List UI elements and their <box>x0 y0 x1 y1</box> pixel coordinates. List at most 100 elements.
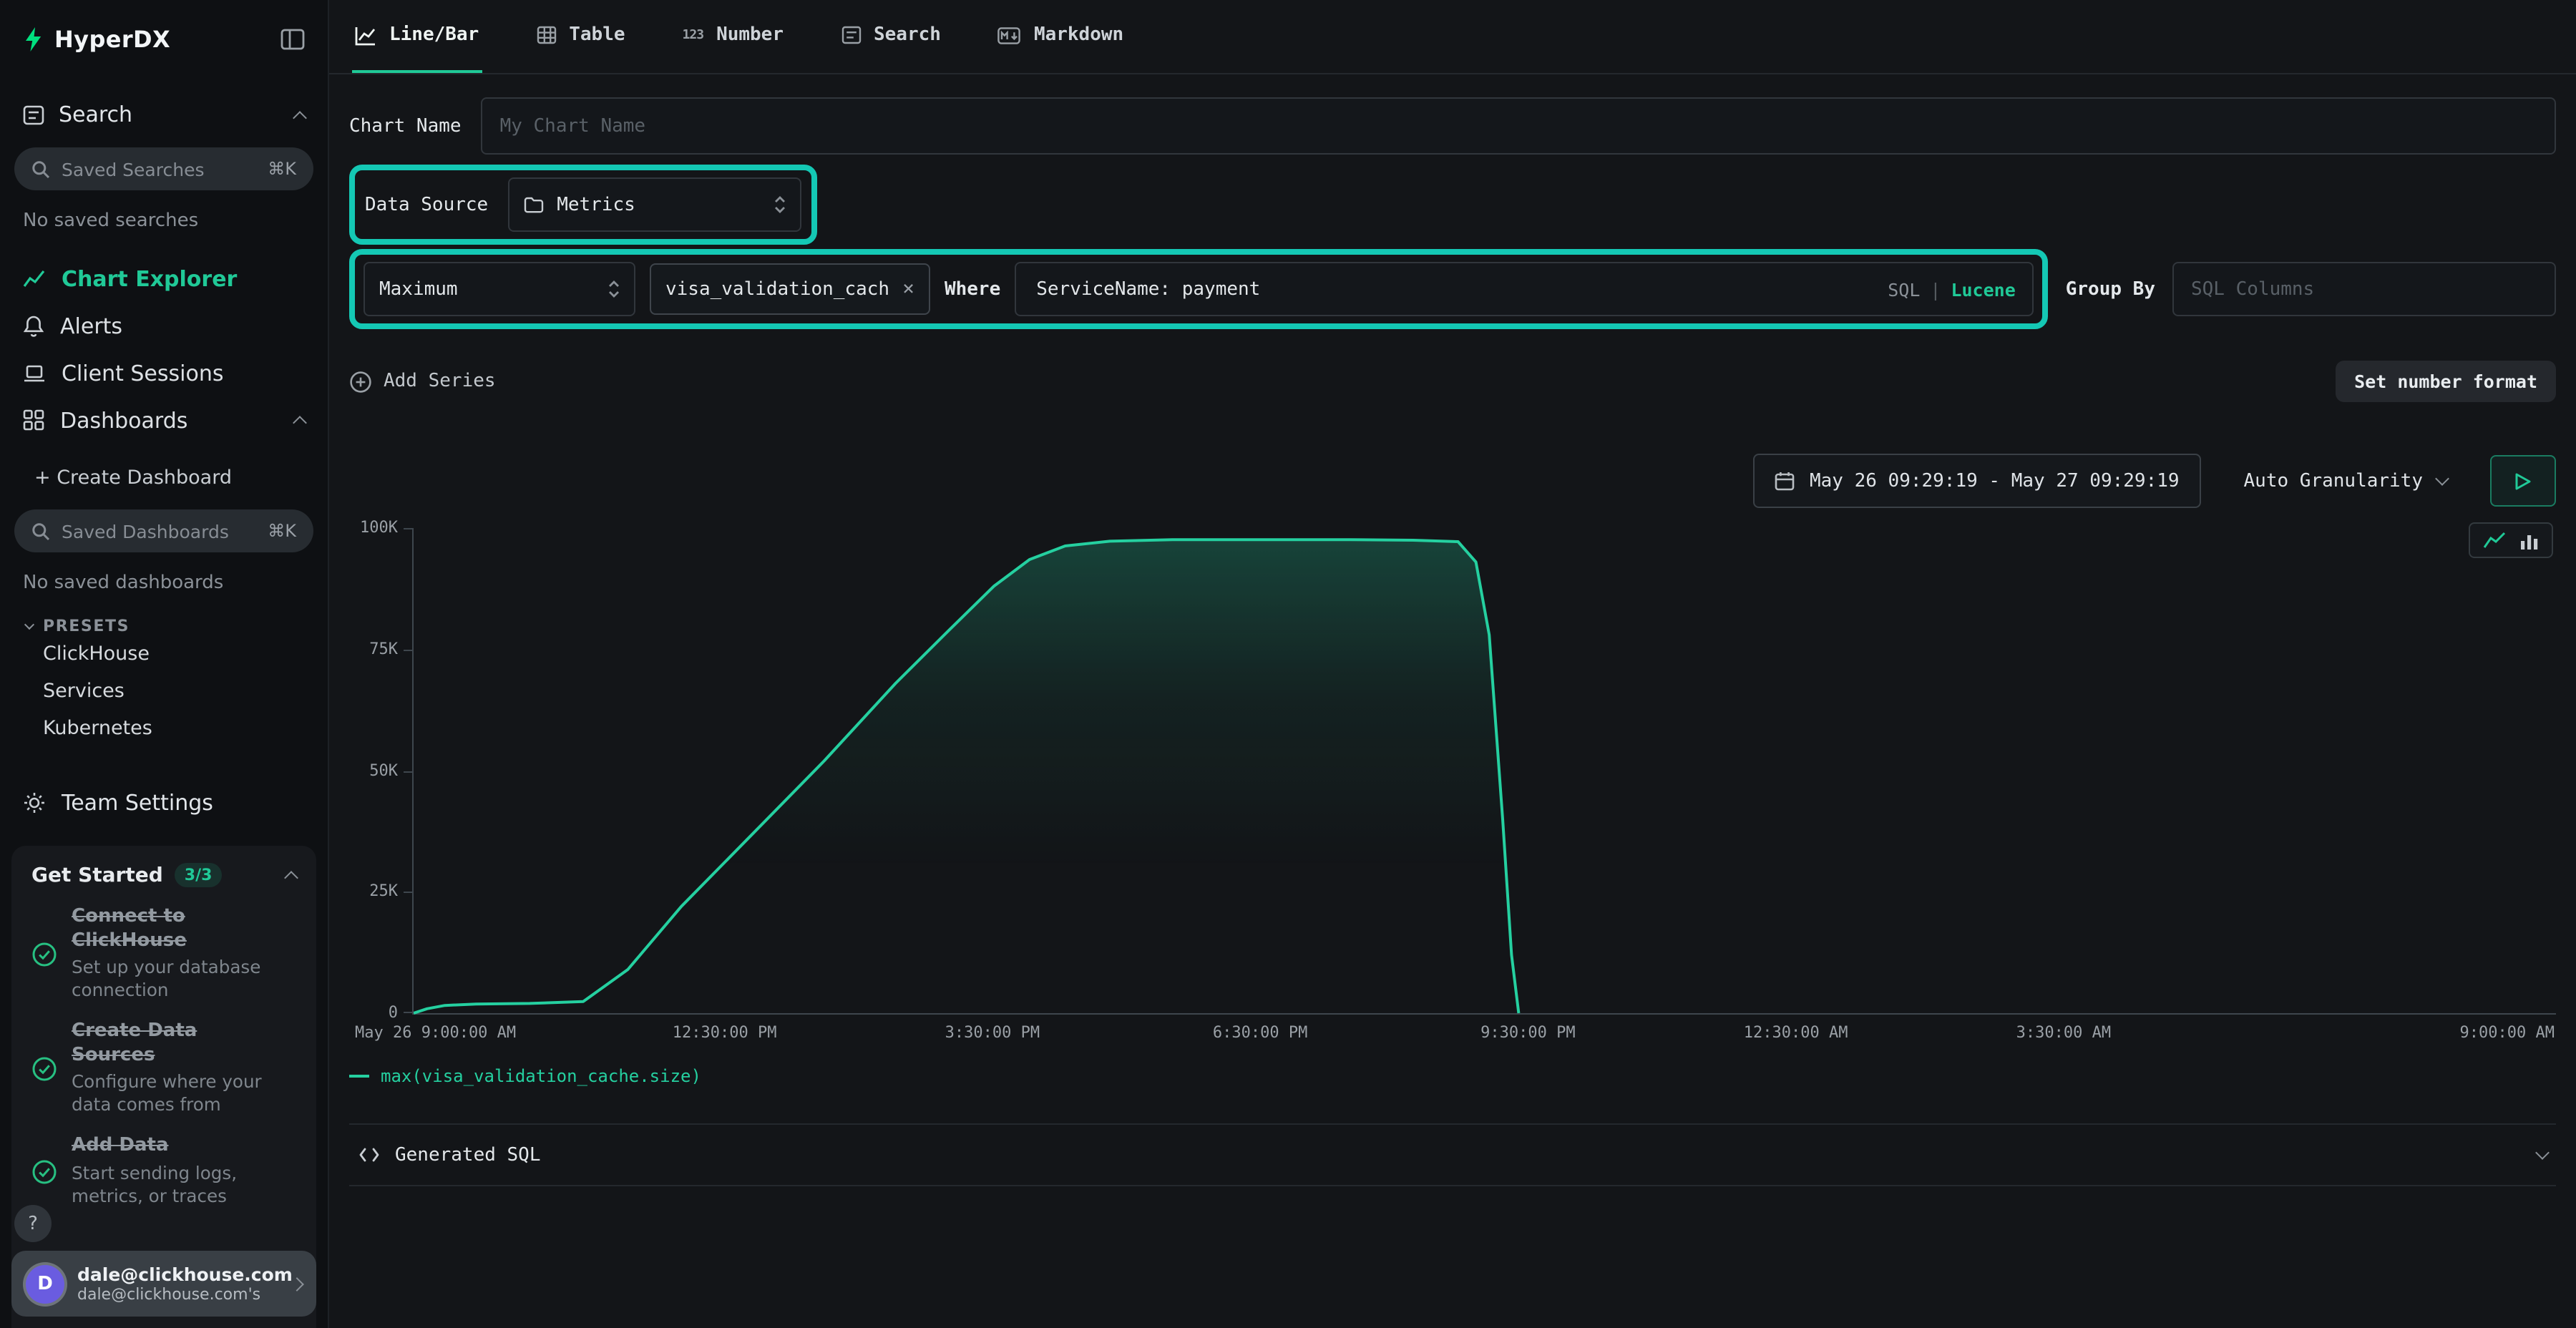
laptop-icon <box>23 363 46 383</box>
saved-dashboards-input[interactable]: Saved Dashboards ⌘K <box>14 509 313 552</box>
y-tick-label: 50K <box>369 761 398 779</box>
granularity-select[interactable]: Auto Granularity <box>2238 470 2453 492</box>
data-source-select[interactable]: Metrics <box>508 177 801 232</box>
tab-number[interactable]: 123 Number <box>680 0 786 73</box>
get-started-item-subtitle: Start sending logs, metrics, or traces <box>72 1161 275 1208</box>
chevron-up-icon[interactable] <box>284 872 298 886</box>
check-circle-icon <box>31 942 57 967</box>
sidebar-item-team-settings[interactable]: Team Settings <box>0 790 328 816</box>
aggregation-select[interactable]: Maximum <box>364 262 635 316</box>
generated-sql-accordion[interactable]: Generated SQL <box>349 1123 2556 1186</box>
dashboard-grid-icon <box>23 409 44 431</box>
toggle-divider: | <box>1930 278 1941 300</box>
chart-name-input[interactable] <box>482 97 2556 155</box>
get-started-item-datasources[interactable]: Create Data Sources Configure where your… <box>31 1021 296 1117</box>
tab-table[interactable]: Table <box>533 0 628 73</box>
search-icon <box>31 522 50 540</box>
sql-toggle[interactable]: SQL <box>1888 278 1920 300</box>
get-started-progress-badge: 3/3 <box>175 864 223 888</box>
metric-chip[interactable]: visa_validation_cach × <box>650 263 930 315</box>
where-filter-input[interactable]: SQL | Lucene <box>1015 262 2034 316</box>
y-tick-label: 75K <box>369 640 398 658</box>
line-chart-svg <box>414 528 2556 1013</box>
add-series-label: Add Series <box>384 371 496 392</box>
log-list-icon <box>23 104 44 125</box>
create-dashboard-button[interactable]: + Create Dashboard <box>0 467 328 489</box>
search-section-header[interactable]: Search <box>0 102 328 127</box>
no-saved-dashboards-text: No saved dashboards <box>0 572 328 594</box>
select-updown-icon <box>774 195 786 215</box>
lucene-toggle[interactable]: Lucene <box>1951 278 2015 300</box>
y-tick-mark <box>404 528 414 529</box>
where-input-field[interactable] <box>1033 277 1873 301</box>
legend-line-swatch <box>349 1075 369 1078</box>
preset-services[interactable]: Services <box>0 673 328 710</box>
get-started-item-adddata[interactable]: Add Data Start sending logs, metrics, or… <box>31 1136 296 1208</box>
main-area: Line/Bar Table 123 Number Search <box>329 0 2576 1328</box>
preset-clickhouse[interactable]: ClickHouse <box>0 635 328 673</box>
line-chart-icon[interactable] <box>2483 531 2506 550</box>
help-button[interactable]: ? <box>14 1205 52 1242</box>
x-tick-label: 6:30:00 PM <box>1213 1023 1307 1042</box>
saved-dashboards-placeholder: Saved Dashboards <box>62 520 256 542</box>
saved-searches-input[interactable]: Saved Searches ⌘K <box>14 147 313 190</box>
gear-icon <box>23 791 46 814</box>
sidebar-item-label: Alerts <box>60 313 122 338</box>
run-query-button[interactable] <box>2490 455 2556 507</box>
get-started-item-connect[interactable]: Connect to ClickHouse Set up your databa… <box>31 907 296 1002</box>
preset-kubernetes[interactable]: Kubernetes <box>0 710 328 747</box>
bell-icon <box>23 314 44 337</box>
legend-series-name: max(visa_validation_cache.size) <box>381 1066 701 1086</box>
date-range-picker[interactable]: May 26 09:29:19 - May 27 09:29:19 <box>1754 454 2201 508</box>
tab-line-bar[interactable]: Line/Bar <box>352 0 482 73</box>
add-series-button[interactable]: Add Series <box>349 370 496 393</box>
bar-chart-icon[interactable] <box>2520 531 2539 550</box>
search-list-icon <box>841 26 861 44</box>
sidebar-nav: Chart Explorer Alerts Client Sessions Da… <box>0 255 328 444</box>
plot-region[interactable] <box>412 528 2556 1015</box>
code-brackets-icon <box>358 1145 381 1165</box>
chart-name-label: Chart Name <box>349 115 462 137</box>
sidebar-item-alerts[interactable]: Alerts <box>0 302 328 349</box>
search-section-label: Search <box>59 102 132 127</box>
chevron-right-icon <box>290 1276 304 1291</box>
sidebar-item-chart-explorer[interactable]: Chart Explorer <box>0 255 328 302</box>
series-legend[interactable]: max(visa_validation_cache.size) <box>349 1066 2556 1086</box>
sidebar-collapse-icon[interactable] <box>280 29 305 50</box>
select-updown-icon <box>608 279 620 299</box>
presets-label: PRESETS <box>43 617 130 635</box>
chart-display-toggle[interactable] <box>2469 522 2553 558</box>
user-menu[interactable]: D dale@clickhouse.com dale@clickhouse.co… <box>11 1251 316 1317</box>
line-bar-icon <box>355 25 376 45</box>
x-tick-label: 12:30:00 AM <box>1744 1023 1848 1042</box>
y-tick-mark <box>404 892 414 894</box>
y-tick-mark <box>404 771 414 772</box>
tab-search[interactable]: Search <box>838 0 944 73</box>
close-icon[interactable]: × <box>902 279 914 299</box>
chevron-down-icon <box>2435 472 2449 486</box>
sidebar-item-client-sessions[interactable]: Client Sessions <box>0 349 328 396</box>
play-icon <box>2514 472 2532 490</box>
sidebar-item-label: Dashboards <box>60 407 187 433</box>
app-window: HyperDX Search Saved Searches ⌘K No save… <box>0 0 2576 1328</box>
tab-markdown[interactable]: Markdown <box>995 0 1126 73</box>
chart-area: 025K50K75K100K May 26 9:00:00 AM12:30:00… <box>349 528 2556 1086</box>
chart-type-tabbar: Line/Bar Table 123 Number Search <box>329 0 2576 74</box>
get-started-item-title: Connect to ClickHouse <box>72 907 275 953</box>
group-by-input[interactable] <box>2172 262 2556 316</box>
presets-toggle[interactable]: PRESETS <box>0 617 328 635</box>
y-tick-label: 100K <box>360 518 398 537</box>
group-by-label: Group By <box>2066 278 2155 300</box>
markdown-icon <box>998 26 1021 44</box>
tab-label: Line/Bar <box>389 24 479 46</box>
get-started-title: Get Started <box>31 864 163 887</box>
set-number-format-button[interactable]: Set number format <box>2336 361 2556 402</box>
chevron-up-icon <box>293 416 307 430</box>
hyperdx-logo[interactable]: HyperDX <box>23 26 170 53</box>
sidebar-item-dashboards[interactable]: Dashboards <box>0 396 328 444</box>
bolt-icon <box>23 27 44 52</box>
table-icon <box>536 26 556 44</box>
check-circle-icon <box>31 1158 57 1184</box>
shortcut-badge: ⌘K <box>268 521 296 541</box>
number-123-icon: 123 <box>683 28 704 42</box>
